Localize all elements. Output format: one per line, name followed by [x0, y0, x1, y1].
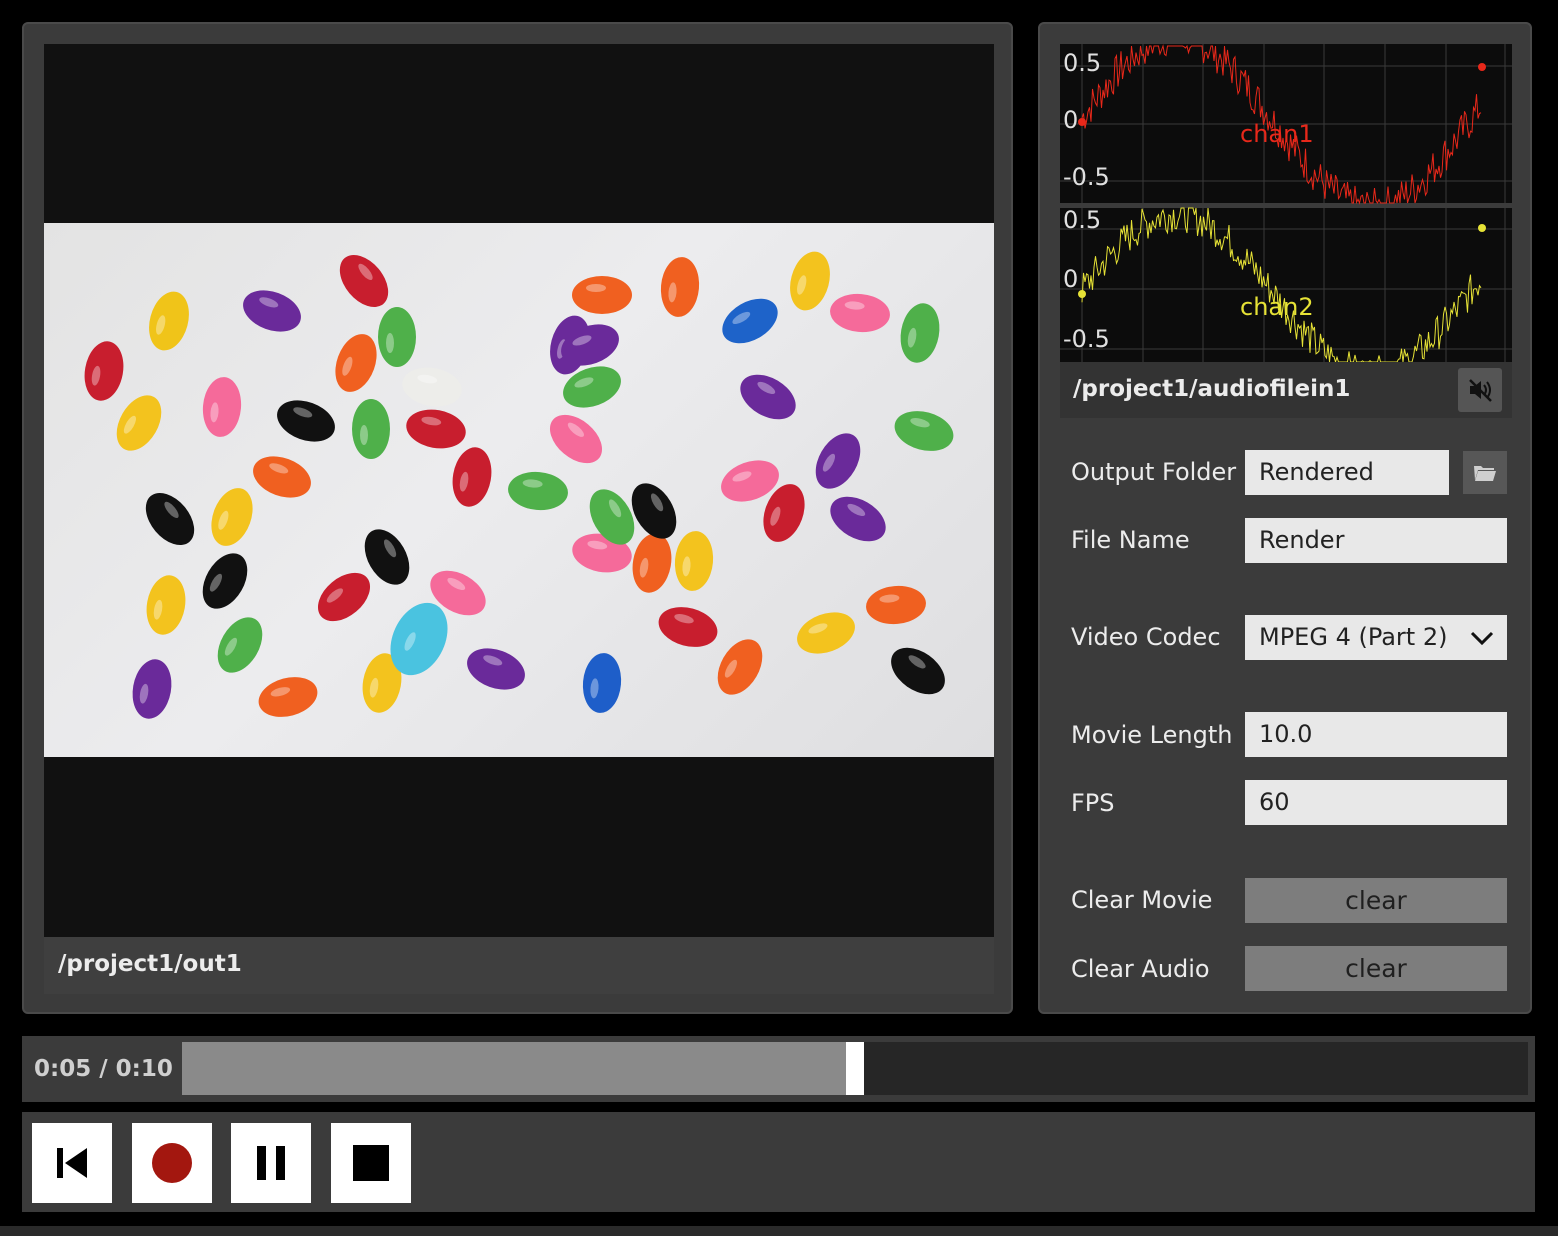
audio-path-label: /project1/audiofilein1	[1073, 376, 1351, 402]
scope1-tick-mid: 0	[1063, 106, 1078, 134]
clear-audio-label: Clear Audio	[1071, 955, 1210, 983]
stop-button[interactable]	[331, 1123, 411, 1203]
audio-scope: 0.5 0 -0.5 0.5 0 -0.5 chan1 chan2	[1060, 44, 1512, 362]
chevron-down-icon	[1470, 631, 1494, 646]
mute-button[interactable]	[1458, 368, 1502, 412]
scope2-tick-top: 0.5	[1063, 206, 1101, 234]
skip-to-start-button[interactable]	[32, 1123, 112, 1203]
chan2-waveform	[1081, 207, 1482, 362]
video-path-bar: /project1/out1	[44, 937, 994, 994]
clear-audio-button[interactable]: clear	[1245, 946, 1507, 991]
time-readout: 0:05 / 0:10	[34, 1056, 173, 1082]
folder-icon	[1474, 465, 1496, 481]
chan1-end-marker	[1478, 63, 1486, 71]
stop-icon	[353, 1145, 389, 1181]
fps-field[interactable]: 60	[1245, 780, 1507, 825]
timeline-progress-fill	[182, 1042, 855, 1095]
jellybeans-image	[84, 251, 954, 719]
video-codec-select[interactable]: MPEG 4 (Part 2)	[1245, 615, 1507, 660]
record-icon	[152, 1143, 192, 1183]
fps-label: FPS	[1071, 789, 1115, 817]
timeline-playhead[interactable]	[846, 1042, 864, 1095]
clear-movie-label: Clear Movie	[1071, 886, 1213, 914]
skip-to-start-icon	[57, 1148, 87, 1178]
scope1-tick-bottom: -0.5	[1063, 163, 1110, 191]
video-codec-label: Video Codec	[1071, 623, 1221, 651]
chan1-start-marker	[1078, 118, 1086, 126]
chan2-end-marker	[1478, 224, 1486, 232]
video-frame-jellybeans	[44, 223, 994, 757]
chan2-label: chan2	[1240, 293, 1314, 321]
file-name-label: File Name	[1071, 526, 1190, 554]
chan2-start-marker	[1078, 290, 1086, 298]
timeline-scrubber[interactable]	[182, 1042, 1528, 1095]
video-panel: /project1/out1	[22, 22, 1013, 1014]
chan1-label: chan1	[1240, 120, 1314, 148]
output-folder-field[interactable]: Rendered	[1245, 450, 1449, 495]
render-settings-panel: 0.5 0 -0.5 0.5 0 -0.5 chan1 chan2 /proje…	[1038, 22, 1532, 1014]
timeline-bar: 0:05 / 0:10	[22, 1036, 1535, 1102]
output-folder-label: Output Folder	[1071, 458, 1237, 486]
scope2-tick-mid: 0	[1063, 265, 1078, 293]
audio-waveform-plot: 0.5 0 -0.5 0.5 0 -0.5 chan1 chan2	[1060, 44, 1512, 362]
video-codec-value: MPEG 4 (Part 2)	[1259, 623, 1448, 651]
clear-movie-button[interactable]: clear	[1245, 878, 1507, 923]
scope2-tick-bottom: -0.5	[1063, 325, 1110, 353]
record-button[interactable]	[132, 1123, 212, 1203]
browse-folder-button[interactable]	[1463, 451, 1507, 494]
file-name-field[interactable]: Render	[1245, 518, 1507, 563]
window-bottom-edge	[0, 1226, 1558, 1236]
pause-icon	[257, 1146, 285, 1180]
pause-button[interactable]	[231, 1123, 311, 1203]
video-path-label: /project1/out1	[58, 951, 242, 977]
movie-length-label: Movie Length	[1071, 721, 1233, 749]
audio-path-bar: /project1/audiofilein1	[1060, 362, 1512, 418]
scope1-tick-top: 0.5	[1063, 49, 1101, 77]
video-viewport	[44, 44, 994, 937]
movie-length-field[interactable]: 10.0	[1245, 712, 1507, 757]
speaker-muted-icon	[1469, 379, 1492, 402]
transport-controls	[22, 1112, 1535, 1212]
